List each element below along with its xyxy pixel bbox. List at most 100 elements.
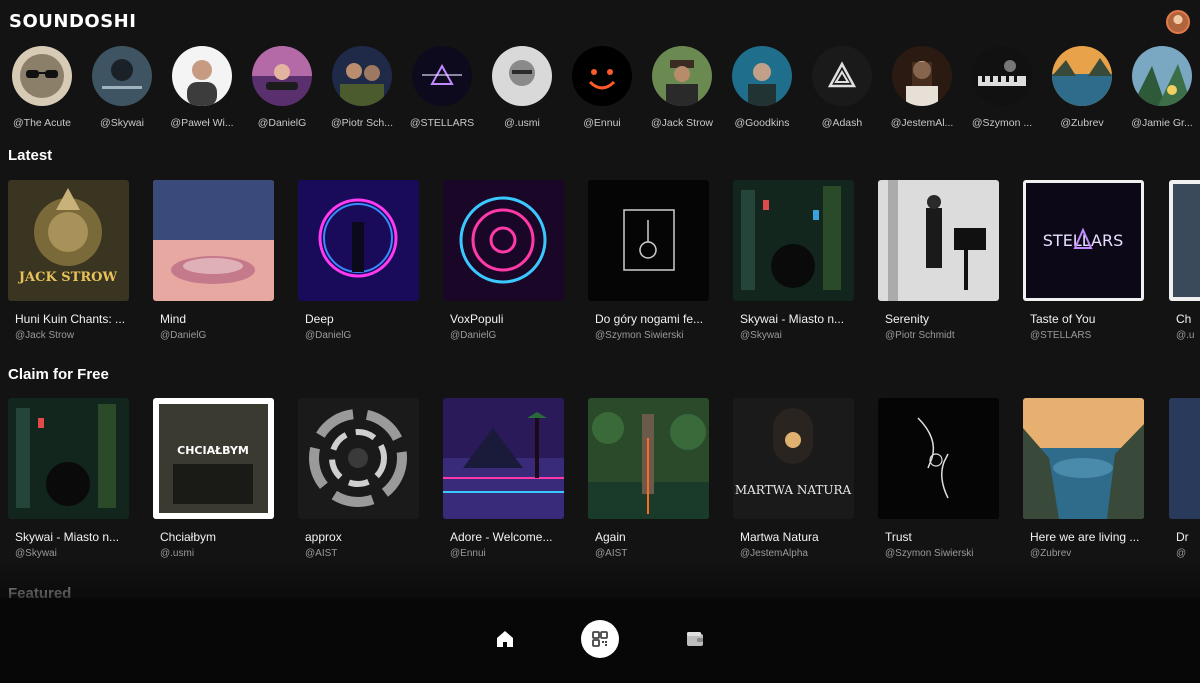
latest-card[interactable]: Serenity @Piotr Schmidt [878,180,1000,350]
section-title-latest: Latest [8,147,53,164]
artist-avatar [572,46,632,106]
card-artist: @STELLARS [1030,330,1092,341]
artist-avatar [332,46,392,106]
artist-item[interactable]: @The Acute [2,44,82,132]
bottom-navigation [0,598,1200,683]
album-art [298,180,419,301]
artist-name: @Goodkins [734,117,790,129]
artist-item[interactable]: @Jamie Gr... [1122,44,1200,132]
claim-card[interactable]: Here we are living ... @Zubrev [1023,398,1145,568]
album-art [1169,180,1200,301]
claim-card[interactable]: Dr @ [1169,398,1200,568]
artist-avatar [412,46,472,106]
claim-card[interactable]: CHCIAŁBYM Chciałbym @.usmi [153,398,275,568]
artist-item[interactable]: @.usmi [482,44,562,132]
app-root: SOUNDOSHI @The Acute @Skywai @Paweł Wi..… [0,0,1200,683]
card-artist: @Zubrev [1030,548,1072,559]
artist-avatar [732,46,792,106]
card-title: Martwa Natura [740,530,819,544]
artist-item[interactable]: @Zubrev [1042,44,1122,132]
artist-avatar [652,46,712,106]
card-artist: @JestemAlpha [740,548,808,559]
album-art [8,398,129,519]
card-artist: @Skywai [15,548,57,559]
album-art [298,398,419,519]
artist-avatar [972,46,1032,106]
album-art-text: JACK STROW [18,270,118,285]
card-title: Dr [1176,530,1189,544]
artist-item[interactable]: @Szymon ... [962,44,1042,132]
artist-name: @Jack Strow [650,117,713,129]
card-artist: @DanielG [450,330,497,341]
card-artist: @DanielG [160,330,207,341]
wallet-icon[interactable] [684,628,706,650]
latest-card[interactable]: STELLARS Taste of You @STELLARS [1023,180,1145,350]
latest-card[interactable]: Skywai - Miasto n... @Skywai [733,180,855,350]
qr-scan-icon[interactable] [581,620,619,658]
artist-item[interactable]: @Skywai [82,44,162,132]
latest-card[interactable]: Ch @.u [1169,180,1200,350]
album-art [1023,398,1144,519]
card-title: Ch [1176,312,1192,326]
card-artist: @.usmi [160,548,195,559]
artist-avatar [1132,46,1192,106]
artist-item[interactable]: @Adash [802,44,882,132]
artist-item[interactable]: @DanielG [242,44,322,132]
latest-card[interactable]: VoxPopuli @DanielG [443,180,565,350]
artists-row: @The Acute @Skywai @Paweł Wi... @DanielG… [0,44,1200,132]
album-art: STELLARS [1023,180,1144,301]
latest-card[interactable]: Mind @DanielG [153,180,275,350]
card-artist: @AIST [305,548,338,559]
artist-name: @Ennui [583,117,621,129]
artist-name: @DanielG [257,117,307,129]
claim-card[interactable]: MARTWA NATURA Martwa Natura @JestemAlpha [733,398,855,568]
artist-name: @Skywai [100,117,144,129]
section-title-claim: Claim for Free [8,366,109,383]
home-icon[interactable] [494,628,516,650]
artist-avatar [492,46,552,106]
card-title: VoxPopuli [450,312,504,326]
artist-avatar [92,46,152,106]
card-title: Adore - Welcome... [450,530,553,544]
claim-card[interactable]: Skywai - Miasto n... @Skywai [8,398,130,568]
artist-item[interactable]: @Piotr Sch... [322,44,402,132]
artist-avatar [1052,46,1112,106]
card-title: Here we are living ... [1030,530,1140,544]
album-art [443,180,564,301]
artist-avatar [252,46,312,106]
album-art-text: MARTWA NATURA [735,483,852,497]
claim-card[interactable]: approx @AIST [298,398,420,568]
card-title: Taste of You [1030,312,1096,326]
artist-name: @Piotr Sch... [330,117,393,129]
claim-card[interactable]: Trust @Szymon Siwierski [878,398,1000,568]
artist-item[interactable]: @Paweł Wi... [162,44,242,132]
album-art: CHCIAŁBYM [153,398,274,519]
artist-item[interactable]: @STELLARS [402,44,482,132]
claim-card[interactable]: Adore - Welcome... @Ennui [443,398,565,568]
artist-avatar [812,46,872,106]
latest-card[interactable]: JACK STROW Huni Kuin Chants: ... @Jack S… [8,180,130,350]
latest-card[interactable]: Deep @DanielG [298,180,420,350]
card-title: Chciałbym [160,530,217,544]
card-title: Deep [305,312,334,326]
claim-card[interactable]: Again @AIST [588,398,710,568]
artist-item[interactable]: @Goodkins [722,44,802,132]
latest-card[interactable]: Do góry nogami fe... @Szymon Siwierski [588,180,710,350]
app-logo[interactable]: SOUNDOSHI [9,11,136,32]
card-title: Skywai - Miasto n... [740,312,845,326]
artist-avatar [12,46,72,106]
artist-item[interactable]: @Ennui [562,44,642,132]
claim-row: Skywai - Miasto n... @Skywai CHCIAŁBYM C… [0,398,1200,568]
card-title: Do góry nogami fe... [595,312,704,326]
card-title: Serenity [885,312,930,326]
card-artist: @Skywai [740,330,782,341]
album-art [588,180,709,301]
artist-item[interactable]: @JestemAl... [882,44,962,132]
artist-name: @JestemAl... [890,117,954,129]
album-art [153,180,274,301]
card-artist: @Szymon Siwierski [885,548,974,559]
card-artist: @ [1176,548,1187,559]
artist-item[interactable]: @Jack Strow [642,44,722,132]
album-art [878,398,999,519]
user-avatar[interactable] [1166,10,1190,34]
